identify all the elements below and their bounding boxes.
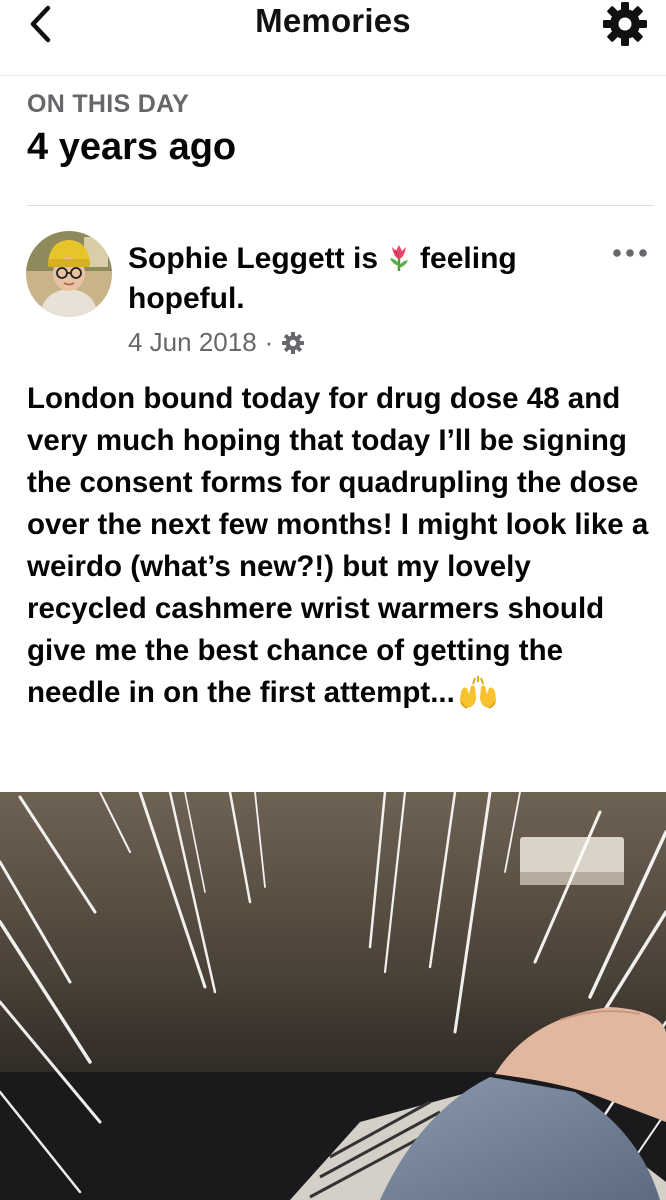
more-options-button[interactable]: [608, 238, 652, 268]
post-text: London bound today for drug dose 48 and …: [27, 378, 657, 714]
post-photo[interactable]: [0, 792, 666, 1200]
top-bar: Memories: [0, 0, 666, 76]
page-title: Memories: [255, 2, 411, 39]
post-verb: is: [353, 242, 379, 275]
post-meta: 4 Jun 2018 ·: [128, 327, 305, 358]
section-divider: [27, 205, 654, 206]
meta-separator: ·: [264, 327, 274, 357]
author-name[interactable]: Sophie Leggett: [128, 242, 345, 275]
memory-section-title: 4 years ago: [27, 126, 237, 168]
post-body-text: London bound today for drug dose 48 and …: [27, 382, 649, 709]
memory-section-label: ON THIS DAY: [27, 90, 190, 118]
gear-icon: [282, 331, 305, 354]
more-horizontal-icon: [613, 249, 647, 257]
post-date[interactable]: 4 Jun 2018: [128, 327, 257, 358]
avatar[interactable]: [26, 231, 112, 317]
raising-hands-icon: [459, 676, 496, 709]
settings-button[interactable]: [598, 0, 652, 48]
tulip-icon: [390, 245, 409, 271]
post-header: Sophie Leggett is feeling hopeful.: [128, 239, 588, 319]
gear-icon: [603, 2, 647, 46]
